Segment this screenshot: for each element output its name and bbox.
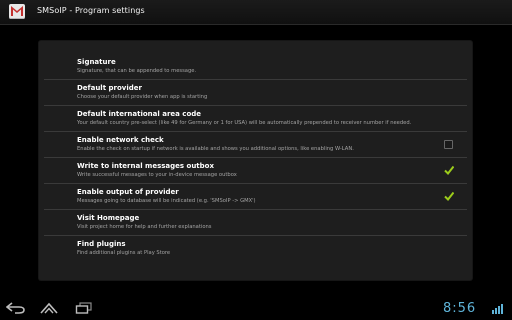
setting-find-plugins[interactable]: Find plugins Find additional plugins at P… — [44, 236, 467, 262]
clock[interactable]: 8:56 — [443, 301, 476, 316]
setting-title: Find plugins — [77, 240, 126, 248]
check-icon — [444, 191, 454, 201]
app-envelope-icon[interactable] — [9, 4, 25, 19]
setting-title: Visit Homepage — [77, 214, 140, 222]
setting-title: Enable network check — [77, 136, 164, 144]
settings-list: Signature Signature, that can be appended… — [44, 54, 467, 262]
check-icon — [444, 165, 454, 175]
setting-title: Write to internal messages outbox — [77, 162, 214, 170]
setting-signature[interactable]: Signature Signature, that can be appended… — [44, 54, 467, 80]
setting-title: Enable output of provider — [77, 188, 179, 196]
setting-output-provider[interactable]: Enable output of provider Messages going … — [44, 184, 467, 210]
system-bar: 8:56 — [0, 297, 512, 320]
recent-apps-icon[interactable] — [75, 302, 93, 314]
setting-summary: Signature, that can be appended to messa… — [77, 68, 197, 74]
setting-summary: Choose your default provider when app is… — [77, 94, 208, 100]
checkbox[interactable] — [444, 165, 454, 175]
home-icon[interactable] — [40, 302, 58, 314]
signal-icon — [492, 304, 503, 314]
setting-title: Default provider — [77, 84, 142, 92]
setting-visit-homepage[interactable]: Visit Homepage Visit project home for hel… — [44, 210, 467, 236]
setting-write-outbox[interactable]: Write to internal messages outbox Write s… — [44, 158, 467, 184]
setting-default-area-code[interactable]: Default international area code Your defa… — [44, 106, 467, 132]
page-title: SMSoIP - Program settings — [37, 6, 145, 15]
setting-network-check[interactable]: Enable network check Enable the check on … — [44, 132, 467, 158]
setting-summary: Enable the check on startup if network i… — [77, 146, 354, 152]
setting-summary: Messages going to database will be indic… — [77, 198, 256, 204]
setting-title: Signature — [77, 58, 116, 66]
setting-summary: Write successful messages to your in-dev… — [77, 172, 237, 178]
setting-title: Default international area code — [77, 110, 202, 118]
setting-summary: Visit project home for help and further … — [77, 224, 212, 230]
setting-default-provider[interactable]: Default provider Choose your default prov… — [44, 80, 467, 106]
setting-summary: Find additional plugins at Play Store — [77, 250, 171, 256]
checkbox[interactable] — [444, 191, 454, 201]
setting-summary: Your default country pre-select (like 49… — [77, 120, 412, 126]
action-bar: SMSoIP - Program settings — [0, 0, 512, 25]
back-icon[interactable] — [6, 302, 26, 314]
settings-panel: Signature Signature, that can be appended… — [39, 41, 472, 280]
screen: SMSoIP - Program settings Signature Signa… — [0, 0, 512, 320]
checkbox[interactable] — [444, 140, 453, 149]
